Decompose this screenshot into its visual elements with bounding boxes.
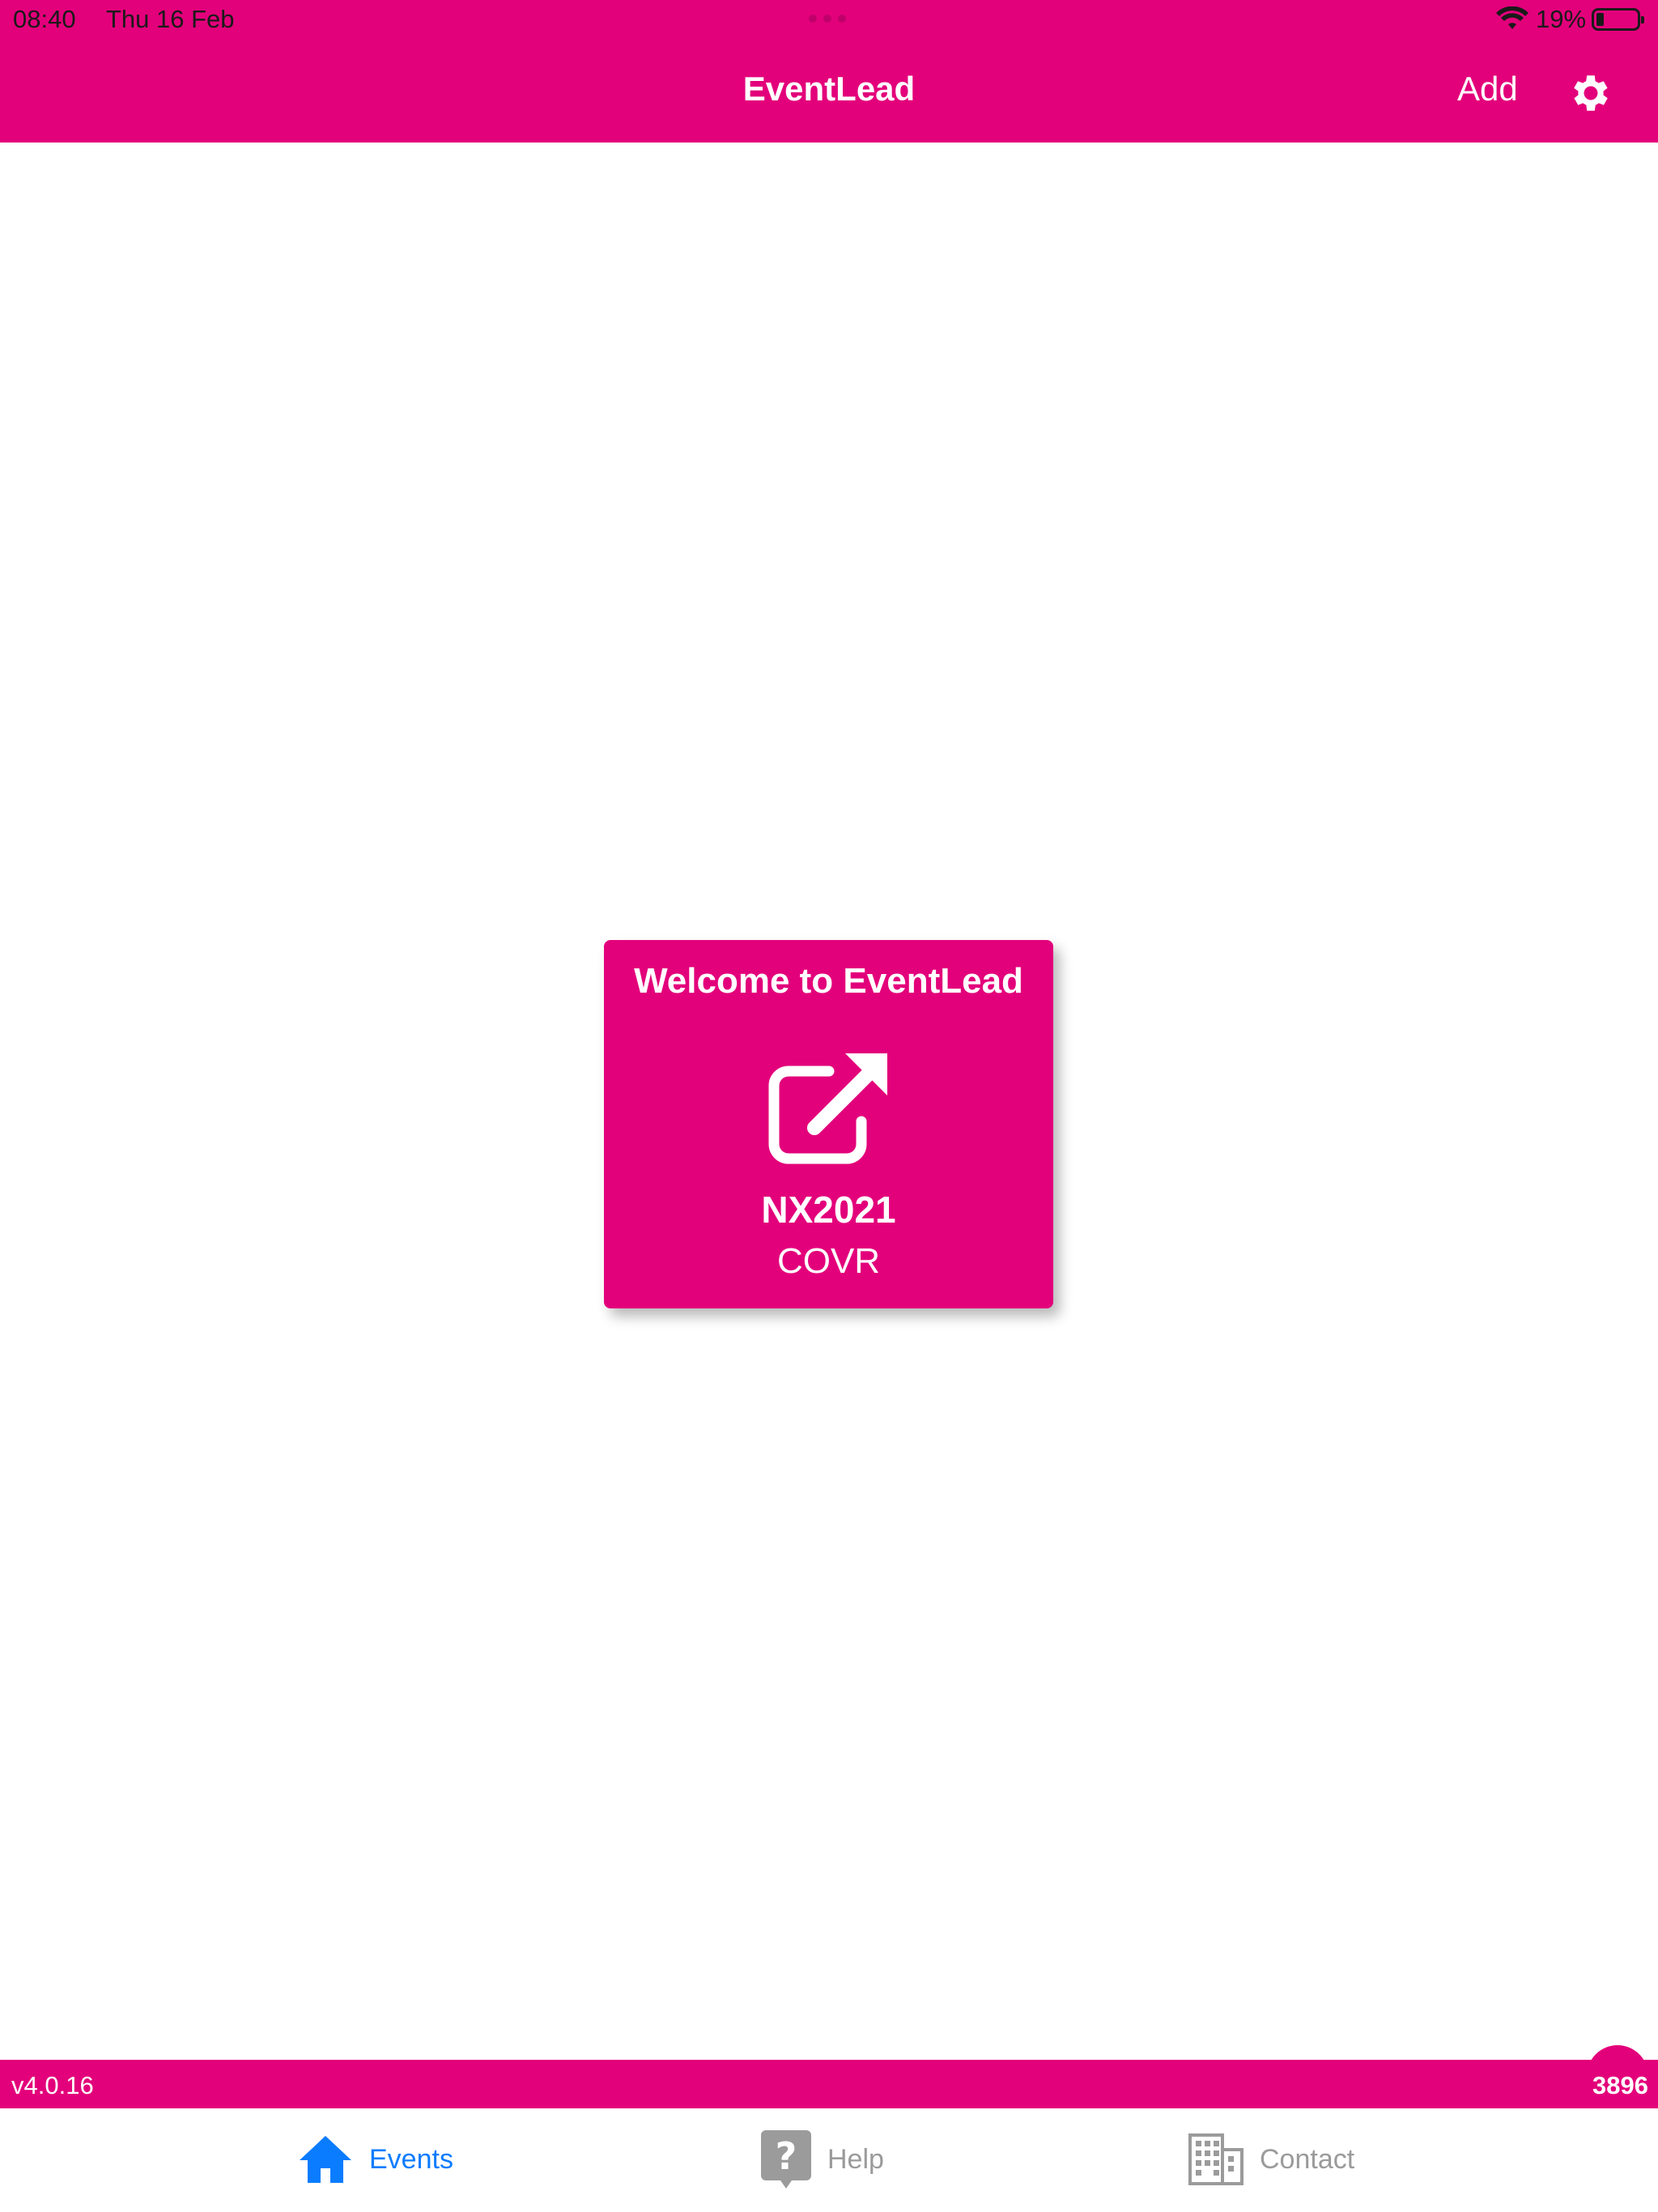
- building-icon: [1188, 2133, 1244, 2185]
- tab-help[interactable]: ? Help: [761, 2130, 884, 2189]
- home-icon: [300, 2136, 351, 2183]
- top-bar: 08:40 Thu 16 Feb 19% EventLead Add: [0, 0, 1658, 143]
- status-time: 08:40: [13, 5, 76, 33]
- tab-events[interactable]: Events: [298, 2131, 453, 2188]
- battery-icon: [1592, 8, 1644, 31]
- multitasking-dots[interactable]: [801, 15, 853, 26]
- tab-contact[interactable]: Contact: [1188, 2131, 1354, 2188]
- tab-bar: Events ? Help Contact: [0, 2108, 1658, 2212]
- tab-label-contact: Contact: [1260, 2143, 1355, 2175]
- event-subtitle: COVR: [776, 1241, 881, 1281]
- event-code: NX2021: [761, 1189, 896, 1231]
- tab-label-events: Events: [369, 2143, 453, 2175]
- battery-percent: 19%: [1536, 5, 1587, 33]
- help-icon: ?: [761, 2130, 811, 2189]
- app-title: EventLead: [742, 70, 916, 108]
- event-card[interactable]: Welcome to EventLead NX2021 COVR: [604, 940, 1053, 1308]
- add-button[interactable]: Add: [1457, 70, 1518, 108]
- info-bar: v4.0.16 3896: [0, 2060, 1658, 2108]
- version-label: v4.0.16: [11, 2071, 94, 2099]
- lead-count: 3896: [1592, 2071, 1648, 2099]
- wifi-icon: [1496, 6, 1528, 29]
- gear-icon[interactable]: [1567, 70, 1614, 117]
- status-date: Thu 16 Feb: [106, 5, 235, 33]
- tab-label-help: Help: [827, 2143, 884, 2175]
- card-title: Welcome to EventLead: [634, 961, 1023, 1001]
- external-link-icon: [768, 1053, 887, 1164]
- svg-text:?: ?: [776, 2134, 797, 2178]
